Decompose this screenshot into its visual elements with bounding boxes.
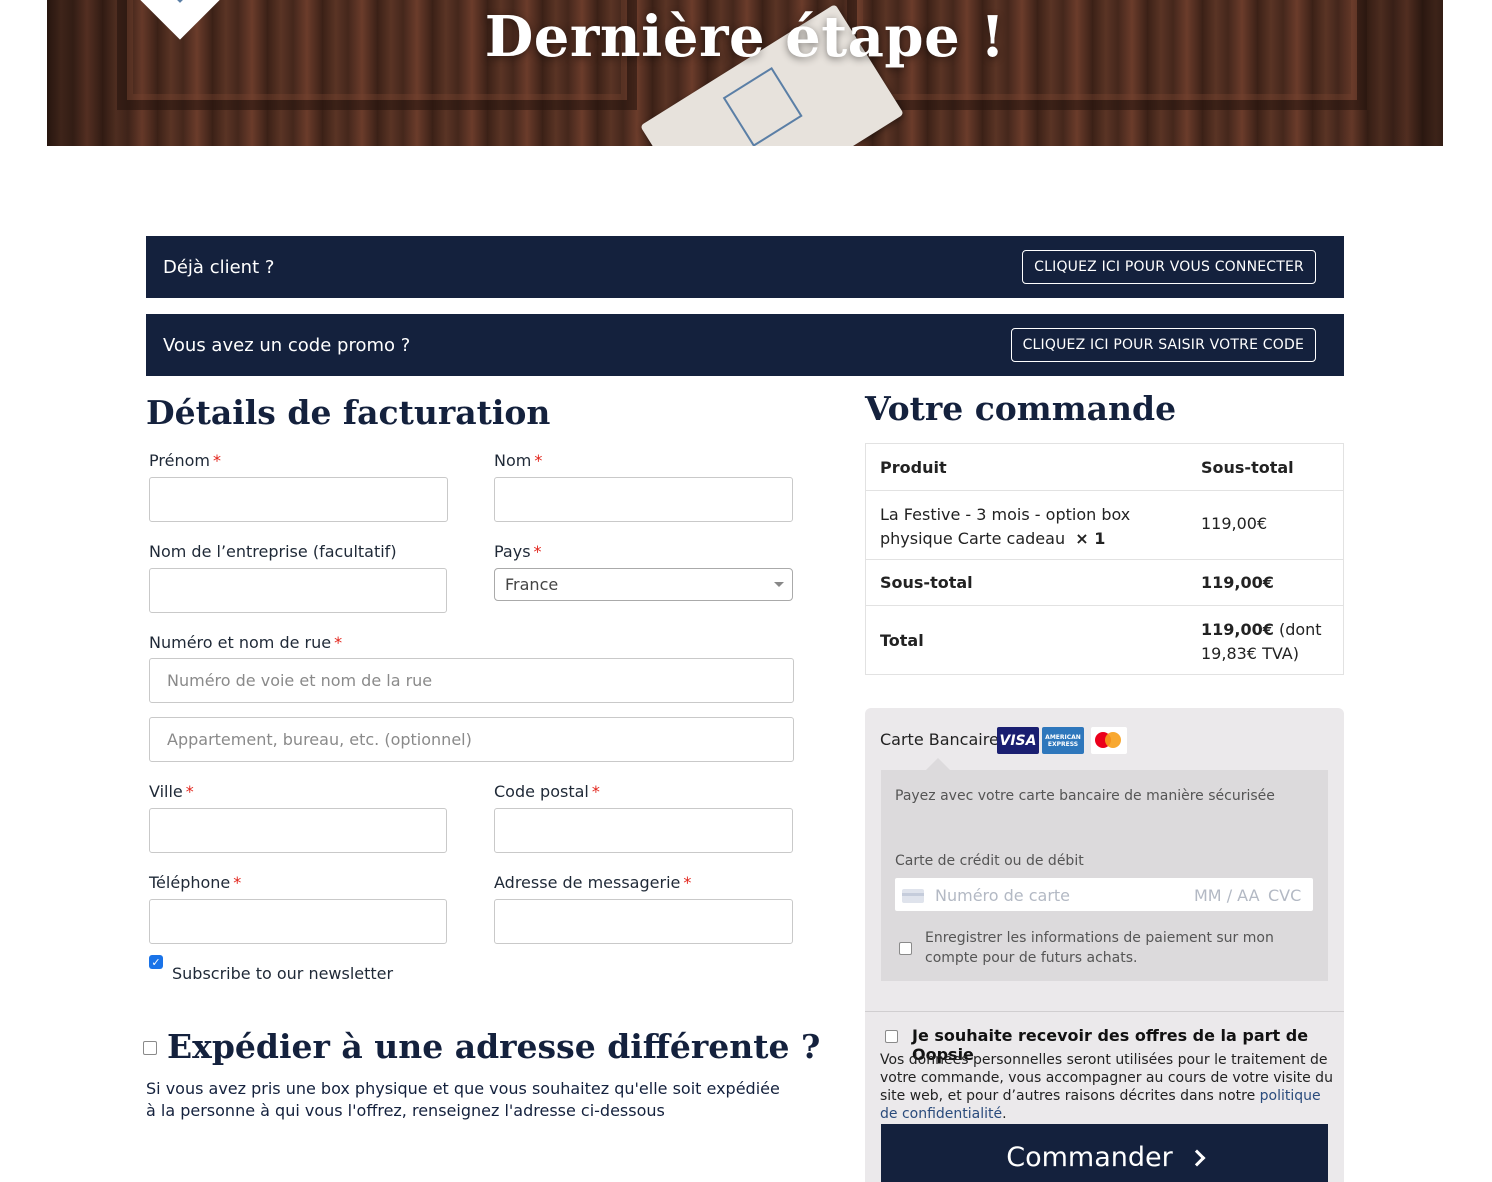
postcode-label: Code postal *	[494, 782, 600, 801]
login-button[interactable]: CLIQUEZ ICI POUR VOUS CONNECTER	[1022, 250, 1316, 284]
city-input[interactable]	[149, 808, 447, 853]
payment-section: Carte Bancaire VISA AMERICAN EXPRESS Pay…	[865, 708, 1344, 1182]
card-expiry-placeholder: MM / AA	[1194, 886, 1260, 905]
subtotal-row: Sous-total 119,00€	[866, 559, 1343, 605]
table-row: La Festive - 3 mois - option box physiqu…	[866, 490, 1343, 559]
street-label-text: Numéro et nom de rue	[149, 633, 332, 652]
card-field-label: Carte de crédit ou de débit	[895, 853, 1084, 869]
payment-method-label: Carte Bancaire	[880, 730, 999, 749]
last-name-label: Nom *	[494, 451, 542, 470]
postcode-label-text: Code postal	[494, 782, 589, 801]
required-mark: *	[533, 542, 542, 561]
product-qty: × 1	[1075, 529, 1106, 548]
ship-different-description: Si vous avez pris une box physique et qu…	[146, 1079, 780, 1120]
first-name-input[interactable]	[149, 477, 448, 522]
card-payment-box: Payez avec votre carte bancaire de maniè…	[881, 758, 1328, 981]
email-input[interactable]	[494, 899, 793, 944]
amex-logo-text: AMERICAN EXPRESS	[1045, 733, 1081, 748]
company-label: Nom de l’entreprise (facultatif)	[149, 542, 397, 561]
caret-down-icon	[774, 582, 784, 587]
amex-icon: AMERICAN EXPRESS	[1042, 727, 1084, 754]
table-header-row: Produit Sous-total	[866, 444, 1343, 490]
total-tax-prefix: (dont	[1273, 620, 1322, 639]
billing-title: Détails de facturation	[146, 393, 551, 432]
ship-different-title: Expédier à une adresse différente ?	[167, 1027, 821, 1066]
subtotal-label: Sous-total	[880, 573, 973, 592]
place-order-label: Commander	[1006, 1141, 1173, 1173]
first-name-label-text: Prénom	[149, 451, 210, 470]
save-payment-label: Enregistrer les informations de paiement…	[925, 930, 1274, 966]
country-select[interactable]: France	[494, 568, 793, 601]
card-cvc-placeholder: CVC	[1268, 886, 1302, 905]
payment-description: Payez avec votre carte bancaire de maniè…	[895, 788, 1275, 804]
email-label: Adresse de messagerie *	[494, 873, 691, 892]
order-title: Votre commande	[865, 389, 1177, 428]
street-input[interactable]	[149, 658, 794, 703]
street-label: Numéro et nom de rue *	[149, 633, 342, 652]
header-product: Produit	[880, 458, 947, 477]
login-notice-text: Déjà client ?	[163, 256, 275, 278]
save-payment-checkbox[interactable]	[899, 942, 912, 955]
header-subtotal: Sous-total	[1201, 458, 1294, 477]
required-mark: *	[233, 873, 242, 892]
phone-input[interactable]	[149, 899, 447, 944]
pointer-arrow-icon	[926, 758, 950, 770]
total-label: Total	[880, 631, 924, 650]
country-label-text: Pays	[494, 542, 531, 561]
brand-logo-mark	[722, 67, 803, 146]
company-input[interactable]	[149, 568, 447, 613]
required-mark: *	[591, 782, 600, 801]
privacy-notice: Vos données personnelles seront utilisée…	[880, 1051, 1335, 1123]
newsletter-checkbox[interactable]: ✓	[149, 955, 163, 969]
phone-label: Téléphone *	[149, 873, 241, 892]
country-label: Pays *	[494, 542, 542, 561]
card-number-field[interactable]: Numéro de carte MM / AA CVC	[895, 878, 1313, 911]
required-mark: *	[334, 633, 343, 652]
first-name-label: Prénom *	[149, 451, 221, 470]
required-mark: *	[534, 451, 543, 470]
product-name-line1: La Festive - 3 mois - option box	[880, 505, 1131, 524]
street-2-input[interactable]	[149, 717, 794, 762]
newsletter-label: Subscribe to our newsletter	[172, 964, 394, 983]
checkmark-icon: ✓	[151, 955, 161, 969]
logo-diamond-icon	[167, 0, 193, 3]
required-mark: *	[683, 873, 692, 892]
product-price: 119,00€	[1201, 514, 1268, 533]
hero-banner: Dernière étape !	[47, 0, 1443, 146]
offers-checkbox[interactable]	[885, 1030, 898, 1043]
coupon-notice: Vous avez un code promo ? CLIQUEZ ICI PO…	[146, 314, 1344, 376]
total-tax: 19,83€ TVA)	[1201, 644, 1299, 663]
card-number-placeholder: Numéro de carte	[935, 886, 1071, 905]
coupon-notice-text: Vous avez un code promo ?	[163, 334, 411, 356]
visa-logo-text: VISA	[999, 732, 1037, 749]
total-value: 119,00€ (dont 19,83€ TVA)	[1201, 618, 1322, 666]
subtotal-value: 119,00€	[1201, 573, 1274, 592]
required-mark: *	[185, 782, 194, 801]
place-order-button[interactable]: Commander	[881, 1124, 1328, 1182]
last-name-label-text: Nom	[494, 451, 532, 470]
total-amount: 119,00€	[1201, 620, 1274, 639]
chevron-right-icon	[1188, 1149, 1206, 1167]
credit-card-icon	[902, 889, 924, 903]
privacy-end: .	[1002, 1106, 1007, 1122]
required-mark: *	[212, 451, 221, 470]
order-review-table: Produit Sous-total La Festive - 3 mois -…	[865, 443, 1344, 675]
mastercard-icon	[1091, 727, 1127, 754]
product-name-line2: physique Carte cadeau	[880, 529, 1066, 548]
visa-icon: VISA	[997, 727, 1039, 754]
last-name-input[interactable]	[494, 477, 793, 522]
phone-label-text: Téléphone	[149, 873, 231, 892]
login-notice: Déjà client ? CLIQUEZ ICI POUR VOUS CONN…	[146, 236, 1344, 298]
product-name: La Festive - 3 mois - option box physiqu…	[880, 503, 1130, 551]
country-select-value: France	[505, 575, 559, 594]
divider	[865, 1011, 1344, 1012]
postcode-input[interactable]	[494, 808, 793, 853]
page-title: Dernière étape !	[484, 4, 1006, 70]
total-row: Total 119,00€ (dont 19,83€ TVA)	[866, 605, 1343, 674]
ship-different-checkbox[interactable]	[143, 1041, 157, 1055]
city-label: Ville *	[149, 782, 194, 801]
email-label-text: Adresse de messagerie	[494, 873, 681, 892]
city-label-text: Ville	[149, 782, 183, 801]
coupon-button[interactable]: CLIQUEZ ICI POUR SAISIR VOTRE CODE	[1010, 328, 1316, 362]
